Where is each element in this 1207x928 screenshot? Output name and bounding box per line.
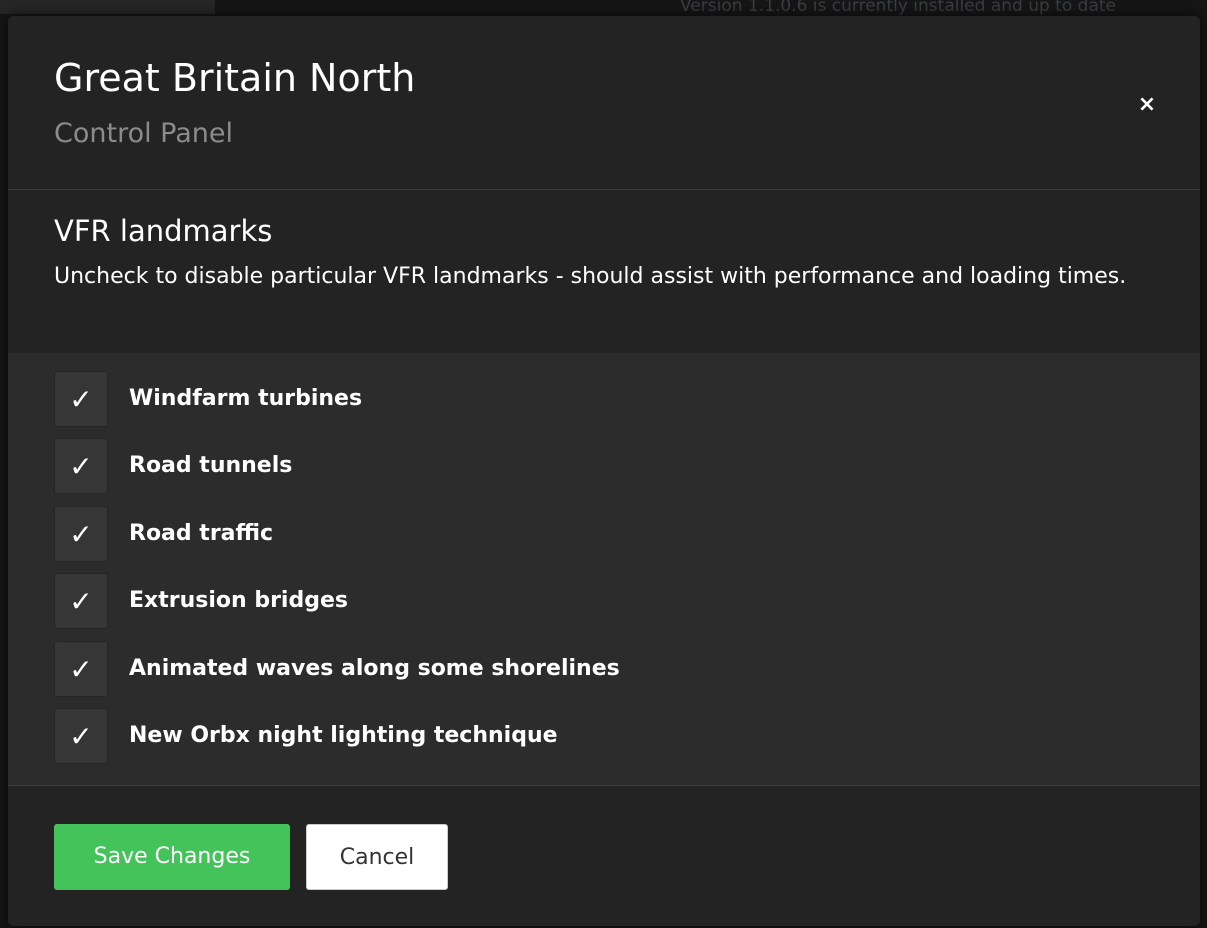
modal-title: Great Britain North: [54, 56, 416, 100]
modal-subtitle: Control Panel: [54, 118, 234, 149]
save-changes-button[interactable]: Save Changes: [54, 824, 290, 890]
option-label[interactable]: Road tunnels: [129, 438, 292, 494]
close-icon[interactable]: ×: [1130, 88, 1164, 122]
options-list: ✓ Windfarm turbines ✓ Road tunnels ✓ Roa…: [8, 353, 1200, 786]
option-label[interactable]: Extrusion bridges: [129, 573, 348, 629]
option-windfarm-turbines[interactable]: ✓ Windfarm turbines: [54, 371, 1154, 427]
checkmark-icon[interactable]: ✓: [54, 438, 108, 494]
modal-footer: Save Changes Cancel: [8, 786, 1200, 926]
section-description: Uncheck to disable particular VFR landma…: [54, 264, 1127, 289]
checkmark-icon[interactable]: ✓: [54, 506, 108, 562]
version-status-text: Version 1.1.0.6 is currently installed a…: [680, 0, 1116, 16]
option-animated-waves[interactable]: ✓ Animated waves along some shorelines: [54, 641, 1154, 697]
cancel-button[interactable]: Cancel: [306, 824, 448, 890]
option-label[interactable]: Windfarm turbines: [129, 371, 362, 427]
checkmark-icon[interactable]: ✓: [54, 371, 108, 427]
section-heading: VFR landmarks: [54, 214, 273, 248]
checkmark-icon[interactable]: ✓: [54, 573, 108, 629]
section-intro: VFR landmarks Uncheck to disable particu…: [8, 190, 1200, 353]
checkmark-icon[interactable]: ✓: [54, 708, 108, 764]
backdrop-strip: [0, 0, 215, 14]
option-label[interactable]: Animated waves along some shorelines: [129, 641, 620, 697]
option-road-traffic[interactable]: ✓ Road traffic: [54, 506, 1154, 562]
option-night-lighting[interactable]: ✓ New Orbx night lighting technique: [54, 708, 1154, 764]
option-extrusion-bridges[interactable]: ✓ Extrusion bridges: [54, 573, 1154, 629]
option-road-tunnels[interactable]: ✓ Road tunnels: [54, 438, 1154, 494]
option-label[interactable]: Road traffic: [129, 506, 273, 562]
modal-header: Great Britain North Control Panel ×: [8, 16, 1200, 190]
checkmark-icon[interactable]: ✓: [54, 641, 108, 697]
control-panel-modal: Great Britain North Control Panel × VFR …: [8, 16, 1200, 926]
option-label[interactable]: New Orbx night lighting technique: [129, 708, 558, 764]
